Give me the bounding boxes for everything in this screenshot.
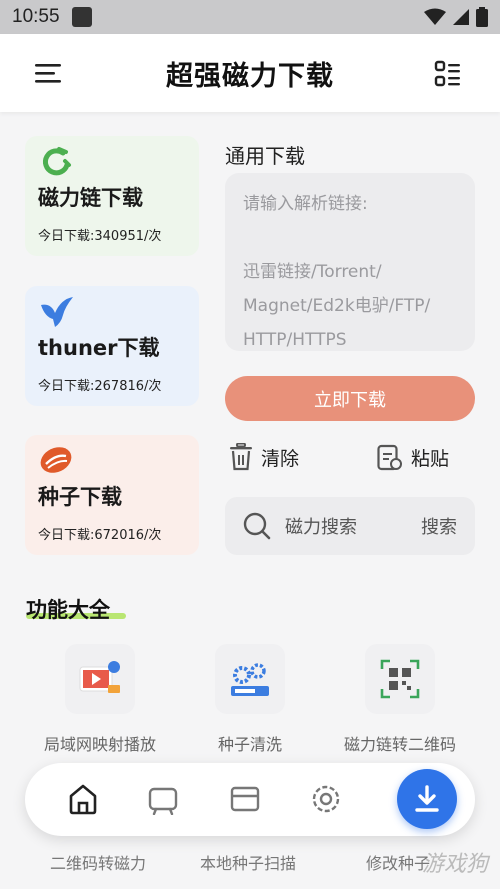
feature-label: 局域网映射播放 bbox=[43, 735, 156, 754]
features-heading: 功能大全 bbox=[26, 598, 110, 622]
list-view-icon[interactable] bbox=[434, 60, 462, 88]
card-title: 磁力链下载 bbox=[38, 186, 143, 210]
card-magnet-download[interactable]: 磁力链下载 今日下载:340951/次 bbox=[25, 136, 199, 256]
magnet-search-bar[interactable]: 磁力搜索 搜索 bbox=[225, 497, 475, 555]
card-torrent-download[interactable]: 种子下载 今日下载:672016/次 bbox=[25, 435, 199, 555]
feature-icon-box bbox=[65, 644, 135, 714]
status-icons bbox=[424, 7, 488, 27]
watermark-logo: 游戏狗 bbox=[421, 852, 488, 877]
trash-icon bbox=[230, 443, 252, 471]
link-input[interactable]: 请输入解析链接: 迅雷链接/Torrent/ Magnet/Ed2k电驴/FTP… bbox=[225, 173, 475, 351]
card-stats: 今日下载:672016/次 bbox=[38, 528, 162, 543]
download-now-button[interactable]: 立即下载 bbox=[225, 376, 475, 421]
battery-icon bbox=[476, 7, 488, 27]
gears-icon bbox=[231, 663, 269, 696]
link-input-placeholder: 请输入解析链接: 迅雷链接/Torrent/ Magnet/Ed2k电驴/FTP… bbox=[243, 194, 431, 350]
search-input[interactable]: 磁力搜索 bbox=[285, 513, 421, 539]
cast-play-icon bbox=[79, 661, 120, 693]
clear-label: 清除 bbox=[261, 447, 300, 470]
card-title: thuner下载 bbox=[38, 336, 160, 360]
clear-button[interactable]: 清除 bbox=[229, 443, 299, 471]
download-fab[interactable] bbox=[397, 769, 457, 829]
card-title: 种子下载 bbox=[38, 485, 122, 509]
feature-magnet-to-qrcode[interactable]: 磁力链转二维码 bbox=[325, 644, 475, 755]
menu-icon[interactable] bbox=[34, 60, 62, 88]
feature-lan-cast[interactable]: 局域网映射播放 bbox=[25, 644, 175, 755]
signal-icon bbox=[453, 9, 469, 25]
paste-label: 粘贴 bbox=[411, 447, 450, 470]
bird-icon bbox=[41, 297, 73, 327]
page-title: 超强磁力下载 bbox=[166, 60, 334, 92]
magnet-icon bbox=[42, 147, 71, 176]
feature-label[interactable]: 二维码转磁力 bbox=[50, 850, 146, 874]
feature-label[interactable]: 本地种子扫描 bbox=[200, 850, 296, 874]
clipboard-icon bbox=[377, 444, 402, 471]
seed-icon bbox=[40, 447, 72, 473]
app-header: 超强磁力下载 bbox=[0, 34, 500, 112]
search-button[interactable]: 搜索 bbox=[421, 513, 457, 539]
feature-label[interactable]: 修改种子 bbox=[366, 850, 430, 874]
notification-icon bbox=[71, 7, 92, 27]
general-download-heading: 通用下载 bbox=[225, 144, 305, 168]
feature-icon-box bbox=[365, 644, 435, 714]
tv-icon[interactable] bbox=[148, 783, 178, 815]
qrcode-icon bbox=[380, 659, 420, 699]
card-stats: 今日下载:267816/次 bbox=[38, 379, 162, 394]
paste-button[interactable]: 粘贴 bbox=[377, 443, 449, 471]
search-icon bbox=[243, 512, 271, 540]
wifi-icon bbox=[424, 8, 446, 25]
home-icon[interactable] bbox=[68, 783, 98, 815]
feature-label: 磁力链转二维码 bbox=[343, 735, 456, 754]
feature-label: 种子清洗 bbox=[217, 735, 282, 754]
status-time: 10:55 bbox=[12, 6, 60, 27]
settings-icon[interactable] bbox=[310, 783, 342, 815]
card-icon[interactable] bbox=[230, 783, 260, 815]
status-bar: 10:55 bbox=[0, 0, 500, 34]
bottom-navigation bbox=[25, 763, 475, 836]
feature-icon-box bbox=[215, 644, 285, 714]
card-thunder-download[interactable]: thuner下载 今日下载:267816/次 bbox=[25, 286, 199, 406]
download-icon bbox=[415, 785, 439, 812]
feature-torrent-clean[interactable]: 种子清洗 bbox=[175, 644, 325, 755]
card-stats: 今日下载:340951/次 bbox=[38, 229, 162, 244]
